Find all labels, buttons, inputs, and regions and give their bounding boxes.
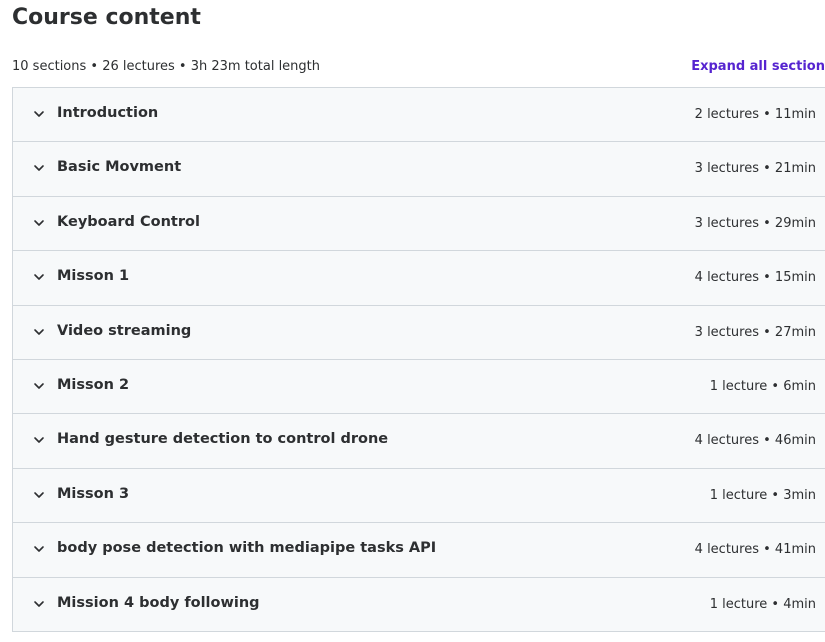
chevron-down-icon	[33, 380, 45, 392]
course-summary: 10 sections • 26 lectures • 3h 23m total…	[12, 59, 321, 74]
chevron-down-icon	[33, 434, 45, 446]
section-title: Video streaming	[57, 322, 192, 339]
chevron-down-icon	[33, 162, 45, 174]
section-info: 4 lectures • 41min	[694, 542, 816, 558]
chevron-down-icon	[33, 326, 45, 338]
section-info: 1 lecture • 4min	[709, 596, 816, 612]
section-title: Mission 4 body following	[57, 594, 260, 611]
section-info: 3 lectures • 29min	[694, 215, 816, 231]
section-info: 4 lectures • 15min	[694, 270, 816, 286]
section-title: Hand gesture detection to control drone	[57, 431, 389, 448]
section-title: Keyboard Control	[57, 213, 200, 230]
section-item[interactable]: Mission 4 body following 1 lecture • 4mi…	[12, 577, 825, 632]
chevron-down-icon	[33, 543, 45, 555]
chevron-down-icon	[33, 598, 45, 610]
chevron-down-icon	[33, 108, 45, 120]
section-item[interactable]: Basic Movment 3 lectures • 21min	[12, 142, 825, 197]
section-info: 3 lectures • 27min	[694, 324, 816, 340]
chevron-down-icon	[33, 271, 45, 283]
section-info: 3 lectures • 21min	[694, 161, 816, 177]
section-item[interactable]: Misson 1 4 lectures • 15min	[12, 251, 825, 306]
course-summary-row: 10 sections • 26 lectures • 3h 23m total…	[12, 58, 825, 78]
section-title: Misson 3	[57, 485, 130, 502]
section-info: 2 lectures • 11min	[694, 107, 816, 122]
chevron-down-icon	[33, 489, 45, 501]
section-item[interactable]: Hand gesture detection to control drone …	[12, 414, 825, 469]
page-title: Course content	[12, 5, 201, 30]
section-title: Misson 2	[57, 376, 130, 393]
section-title: Basic Movment	[57, 159, 182, 176]
section-title: Introduction	[57, 105, 159, 121]
chevron-down-icon	[33, 217, 45, 229]
section-info: 4 lectures • 46min	[694, 433, 816, 449]
section-title: Misson 1	[57, 268, 130, 285]
section-info: 1 lecture • 3min	[709, 487, 816, 503]
section-title: body pose detection with mediapipe tasks…	[57, 540, 437, 557]
section-info: 1 lecture • 6min	[709, 378, 816, 394]
section-item[interactable]: Misson 2 1 lecture • 6min	[12, 359, 825, 415]
section-item[interactable]: Keyboard Control 3 lectures • 29min	[12, 196, 825, 252]
section-item[interactable]: Misson 3 1 lecture • 3min	[12, 468, 825, 524]
section-item[interactable]: Video streaming 3 lectures • 27min	[12, 305, 825, 360]
section-item[interactable]: body pose detection with mediapipe tasks…	[12, 523, 825, 578]
sections-list: Introduction 2 lectures • 11min Basic Mo…	[12, 87, 825, 632]
expand-all-sections-button[interactable]: Expand all section	[691, 59, 825, 74]
section-item[interactable]: Introduction 2 lectures • 11min	[12, 88, 825, 143]
